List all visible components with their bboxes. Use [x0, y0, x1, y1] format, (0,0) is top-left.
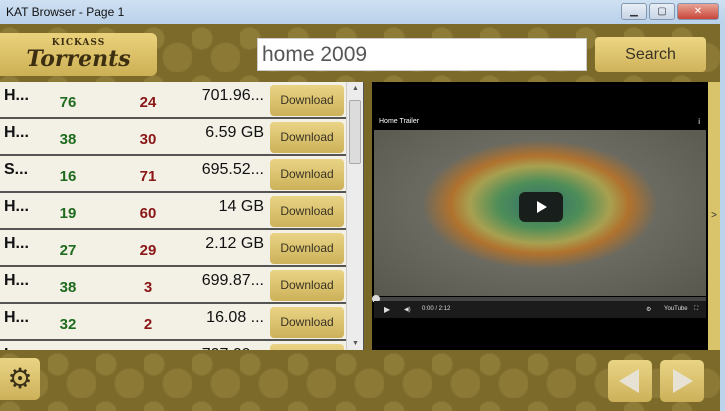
play-icon[interactable]: ▶: [384, 305, 390, 314]
result-name: H...: [4, 198, 29, 215]
result-row[interactable]: H... 38 30 6.59 GB Download: [0, 119, 346, 156]
results-list: I...707.09...Download H... 32 2 16.08 ... Dow…: [0, 82, 364, 350]
file-size: 695.52...: [201, 161, 264, 178]
settings-icon[interactable]: ⚙: [646, 306, 651, 313]
search-input[interactable]: home 2009: [257, 38, 587, 71]
file-size: 14 GB: [218, 198, 264, 215]
maximize-button[interactable]: ▢: [649, 3, 675, 20]
leechers-count: 2: [143, 316, 153, 333]
download-button[interactable]: Download: [270, 307, 344, 338]
seeders-count: 38: [59, 131, 77, 148]
download-button[interactable]: Download: [270, 196, 344, 227]
close-button[interactable]: ✕: [677, 3, 719, 20]
previous-page-button[interactable]: [608, 360, 652, 402]
minimize-button[interactable]: ▁: [621, 3, 647, 20]
result-name: H...: [4, 124, 29, 141]
result-name: H...: [4, 235, 29, 252]
result-row[interactable]: H... 38 3 699.87... Download: [0, 267, 346, 304]
file-size: 699.87...: [201, 272, 264, 289]
file-size: 16.08 ...: [206, 309, 264, 326]
scrollbar[interactable]: ▲ ▼: [346, 82, 363, 350]
seeders-count: 32: [59, 316, 77, 333]
youtube-logo[interactable]: YouTube: [664, 306, 688, 312]
result-row[interactable]: I...707.09...Download: [0, 341, 346, 350]
file-size: 6.59 GB: [205, 124, 264, 141]
video-title[interactable]: Home Trailer: [379, 118, 419, 125]
seeders-count: 16: [59, 168, 77, 185]
video-time: 0:00 / 2:12: [422, 306, 451, 312]
download-button[interactable]: Download: [270, 270, 344, 301]
seeders-count: 27: [59, 242, 77, 259]
result-row[interactable]: H... 76 24 701.96... Download: [0, 82, 346, 119]
result-row[interactable]: S... 16 71 695.52... Download: [0, 156, 346, 193]
video-controls: ▶ ◀) 0:00 / 2:12 ⚙ YouTube ⛶: [374, 301, 706, 318]
window-border: [720, 24, 725, 411]
side-panel-toggle[interactable]: >: [708, 82, 720, 350]
download-button[interactable]: Download: [270, 159, 344, 190]
leechers-count: 3: [143, 279, 153, 296]
video-frame[interactable]: [374, 130, 706, 296]
logo-main-text: Torrents: [26, 46, 131, 72]
scroll-down-arrow[interactable]: ▼: [347, 340, 363, 347]
info-icon[interactable]: i: [698, 117, 700, 126]
download-button[interactable]: Download: [270, 122, 344, 153]
settings-gear-icon[interactable]: ⚙: [0, 358, 40, 400]
play-button[interactable]: [519, 192, 563, 222]
result-name: H...: [4, 87, 29, 104]
window-title: KAT Browser - Page 1: [6, 5, 125, 19]
result-name: H...: [4, 272, 29, 289]
result-row[interactable]: H... 27 29 2.12 GB Download: [0, 230, 346, 267]
leechers-count: 60: [139, 205, 157, 222]
result-name: H...: [4, 309, 29, 326]
leechers-count: 71: [139, 168, 157, 185]
download-button[interactable]: Download: [270, 233, 344, 264]
result-name: S...: [4, 161, 29, 178]
next-page-button[interactable]: [660, 360, 704, 402]
leechers-count: 29: [139, 242, 157, 259]
seeders-count: 38: [59, 279, 77, 296]
leechers-count: 24: [139, 94, 157, 111]
title-bar: KAT Browser - Page 1 ▁ ▢ ✕: [0, 0, 725, 24]
search-button[interactable]: Search: [595, 37, 706, 72]
fullscreen-icon[interactable]: ⛶: [694, 306, 698, 313]
leechers-count: 30: [139, 131, 157, 148]
download-button[interactable]: Download: [270, 85, 344, 116]
seeders-count: 19: [59, 205, 77, 222]
scroll-up-arrow[interactable]: ▲: [347, 85, 363, 92]
kickass-torrents-logo[interactable]: KICKASS Torrents: [0, 33, 157, 76]
video-player[interactable]: Home Trailer i ▶ ◀) 0:00 / 2:12 ⚙ YouTub…: [372, 82, 708, 350]
file-size: 701.96...: [201, 87, 264, 104]
seeders-count: 76: [59, 94, 77, 111]
scrollbar-thumb[interactable]: [349, 100, 361, 164]
result-row[interactable]: H... 19 60 14 GB Download: [0, 193, 346, 230]
volume-icon[interactable]: ◀): [404, 306, 411, 313]
result-row[interactable]: H... 32 2 16.08 ... Download: [0, 304, 346, 341]
file-size: 2.12 GB: [205, 235, 264, 252]
